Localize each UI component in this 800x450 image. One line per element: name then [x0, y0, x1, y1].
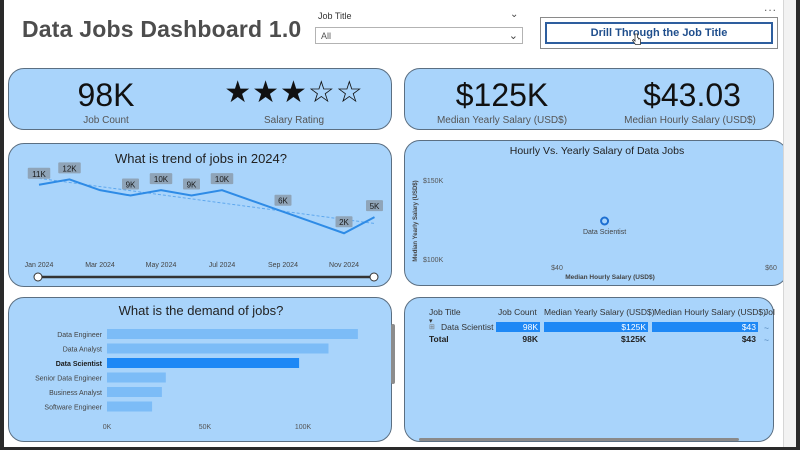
- salary-rating-label: Salary Rating: [263, 115, 325, 126]
- hand-cursor-icon: [631, 33, 642, 46]
- category-label: Business Analyst: [49, 390, 102, 397]
- demand-bar[interactable]: [107, 329, 358, 339]
- demand-chart-panel: What is the demand of jobs? Data Enginee…: [8, 297, 395, 443]
- drill-through-button[interactable]: Drill Through the Job Title: [545, 22, 773, 44]
- scatter-chart-panel: Hourly Vs. Yearly Salary of Data Jobs $1…: [404, 140, 788, 286]
- x-tick-label: 100K: [295, 424, 312, 431]
- x-tick-label: Sep 2024: [268, 262, 298, 269]
- dashboard-title: Data Jobs Dashboard 1.0: [22, 16, 302, 42]
- table-horizontal-scrollbar[interactable]: [419, 438, 739, 441]
- x-tick-label: Jan 2024: [25, 262, 54, 269]
- data-label: 12K: [62, 164, 77, 173]
- salary-table-panel: Job Title ▾ Job Count Median Yearly Sala…: [404, 297, 775, 442]
- median-yearly-value: $125K: [455, 77, 549, 113]
- x-tick-label: Nov 2024: [329, 262, 359, 269]
- salary-rating-stars: ★★★☆☆: [224, 76, 364, 109]
- kpi-card-jobs: 98K Job Count ★★★☆☆ Salary Rating: [8, 68, 392, 130]
- chevron-down-icon[interactable]: ⌄: [509, 29, 518, 42]
- job-title-slicer-label: Job Title: [318, 11, 352, 21]
- x-tick-label: May 2024: [146, 262, 177, 269]
- point-label: Data Scientist: [583, 229, 626, 236]
- data-label: 5K: [370, 202, 380, 211]
- table-header-median-yearly[interactable]: Median Yearly Salary (USD$): [544, 307, 655, 317]
- data-label: 2K: [339, 218, 349, 227]
- table-header-median-hourly[interactable]: Median Hourly Salary (USD$): [654, 307, 766, 317]
- demand-bar[interactable]: [107, 343, 329, 354]
- demand-bar[interactable]: [107, 372, 166, 383]
- x-tick-label: $40: [551, 265, 563, 272]
- data-label: 9K: [126, 181, 136, 190]
- more-options-icon[interactable]: ...: [764, 0, 777, 14]
- category-label: Data Engineer: [57, 332, 102, 339]
- slicer-collapse-icon[interactable]: ⌄: [510, 9, 518, 20]
- scatter-point: [600, 216, 610, 226]
- median-yearly-label: Median Yearly Salary (USD$): [436, 115, 568, 126]
- data-label: 10K: [154, 175, 169, 184]
- job-count-value: 98K: [77, 77, 135, 113]
- data-label: 6K: [278, 197, 288, 206]
- x-tick-label: $60: [765, 265, 777, 272]
- series-line: [38, 178, 375, 235]
- scatter-chart[interactable]: $150K $100K $40 $60 Median Hourly Salary (US…: [405, 141, 789, 287]
- range-slider-handle[interactable]: [369, 272, 379, 282]
- table-row-label[interactable]: Data Scientist: [441, 322, 493, 332]
- median-hourly-label: Median Hourly Salary (USD$): [624, 115, 756, 126]
- job-title-slicer-dropdown[interactable]: All ⌄: [315, 27, 523, 44]
- table-total-label: Total: [429, 334, 449, 344]
- tilde-marker: ~: [764, 323, 769, 333]
- demand-chart-scrollbar[interactable]: [391, 324, 395, 384]
- y-tick-label: $100K: [423, 257, 444, 264]
- category-label: Software Engineer: [44, 405, 102, 412]
- table-header-job-count[interactable]: Job Count: [498, 307, 537, 317]
- tilde-marker: ~: [764, 335, 769, 345]
- table-header-truncated[interactable]: Jol: [764, 307, 775, 317]
- expand-row-icon[interactable]: ⊞: [429, 323, 435, 331]
- x-tick-label: 0K: [103, 424, 112, 431]
- row-yearly-value: $125K: [621, 322, 646, 332]
- row-hourly-value: $43: [741, 322, 756, 332]
- range-slider-handle[interactable]: [33, 272, 43, 282]
- demand-bar[interactable]: [107, 401, 153, 412]
- table-header-job-title[interactable]: Job Title: [429, 307, 461, 317]
- data-label: 9K: [187, 181, 197, 190]
- right-scroll-region[interactable]: [783, 0, 796, 450]
- category-label: Data Scientist: [56, 361, 103, 368]
- trend-line-chart[interactable]: 11K 12K 9K 10K 9K 10K 6K 2K 5K Jan 2024 Mar 2024 Ma…: [9, 144, 393, 288]
- demand-bar[interactable]: [107, 387, 162, 397]
- total-yearly: $125K: [620, 334, 646, 344]
- slicer-selected-value: All: [321, 31, 332, 41]
- row-job-count-value: 98K: [522, 322, 538, 332]
- y-axis-label: Median Yearly Salary (USD$): [413, 180, 419, 261]
- x-tick-label: 50K: [199, 424, 212, 431]
- trend-chart-panel: What is trend of jobs in 2024? 11K 12K 9K 1…: [8, 143, 392, 287]
- total-hourly: $43: [741, 334, 756, 344]
- y-tick-label: $150K: [423, 178, 444, 185]
- job-count-label: Job Count: [83, 115, 129, 126]
- x-tick-label: Jul 2024: [209, 262, 236, 269]
- category-label: Data Analyst: [63, 347, 102, 354]
- median-hourly-value: $43.03: [643, 77, 741, 113]
- data-label: 10K: [215, 175, 230, 184]
- total-job-count: 98K: [522, 334, 538, 344]
- data-label: 11K: [32, 170, 46, 179]
- trend-line: [38, 177, 375, 224]
- x-axis-label: Median Hourly Salary (USD$): [565, 274, 655, 281]
- x-tick-label: Mar 2024: [85, 262, 115, 269]
- kpi-card-salary: $125K Median Yearly Salary (USD$) $43.03…: [404, 68, 774, 130]
- demand-bar-chart[interactable]: Data Engineer Data Analyst Data Scientist S…: [9, 298, 393, 443]
- demand-bar[interactable]: [107, 358, 300, 368]
- category-label: Senior Data Engineer: [35, 376, 103, 383]
